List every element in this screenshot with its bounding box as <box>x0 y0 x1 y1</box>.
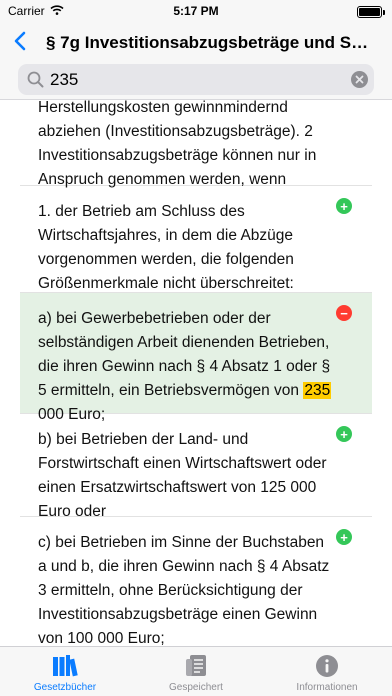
battery-cap <box>383 10 385 15</box>
navigation-bar: § 7g Investitionsabzugsbeträge und Sond.… <box>0 24 392 62</box>
status-bar: Carrier 5:17 PM <box>0 0 392 24</box>
remove-icon[interactable]: − <box>336 305 352 321</box>
tab-gespeichert[interactable]: Gespeichert <box>131 647 261 696</box>
search-match: 235 <box>303 382 332 399</box>
info-icon <box>314 653 340 679</box>
paragraph-text: a) bei Gewerbebetrieben oder der selbstä… <box>20 293 372 427</box>
saved-document-icon <box>183 653 209 679</box>
tab-label: Gespeichert <box>169 682 223 693</box>
paragraph-text: c) bei Betrieben im Sinne der Buchstaben… <box>38 534 330 646</box>
tab-label: Informationen <box>296 682 358 693</box>
search-box[interactable] <box>18 64 374 95</box>
chevron-left-icon <box>14 31 26 56</box>
search-icon <box>27 71 44 93</box>
paragraph-text-before: a) bei Gewerbebetrieben oder der selbstä… <box>38 310 331 399</box>
search-input[interactable] <box>50 64 340 95</box>
page-title: § 7g Investitionsabzugsbeträge und Sond.… <box>46 33 378 52</box>
paragraph-row: c) bei Betrieben im Sinne der Buchstaben… <box>20 517 372 646</box>
add-icon[interactable]: + <box>336 529 352 545</box>
tab-label: Gesetzbücher <box>33 682 97 693</box>
paragraph-row: b) bei Betrieben der Land- und Forstwirt… <box>20 414 372 520</box>
tab-gesetzbuecher[interactable]: Gesetzbücher <box>0 647 130 696</box>
paragraph-row: Herstellungskosten gewinnmindernd abzieh… <box>20 100 372 188</box>
law-text-list[interactable]: Herstellungskosten gewinnmindernd abzieh… <box>0 100 392 646</box>
tab-bar: Gesetzbücher Gespeichert Informationen <box>0 646 392 696</box>
add-icon[interactable]: + <box>336 426 352 442</box>
paragraph-row: 1. der Betrieb am Schluss des Wirtschaft… <box>20 186 372 293</box>
paragraph-row-highlighted: a) bei Gewerbebetrieben oder der selbstä… <box>20 293 372 423</box>
add-icon[interactable]: + <box>336 198 352 214</box>
status-time: 5:17 PM <box>173 4 219 18</box>
battery-icon <box>357 6 385 18</box>
search-area <box>0 62 392 100</box>
paragraph-text: Herstellungskosten gewinnmindernd abzieh… <box>38 100 317 188</box>
clear-icon[interactable] <box>351 71 368 88</box>
paragraph-text: b) bei Betrieben der Land- und Forstwirt… <box>38 431 327 520</box>
tab-informationen[interactable]: Informationen <box>262 647 392 696</box>
back-button[interactable] <box>8 28 32 58</box>
books-icon <box>52 653 78 679</box>
paragraph-text: 1. der Betrieb am Schluss des Wirtschaft… <box>38 203 294 292</box>
battery-level <box>359 8 380 16</box>
